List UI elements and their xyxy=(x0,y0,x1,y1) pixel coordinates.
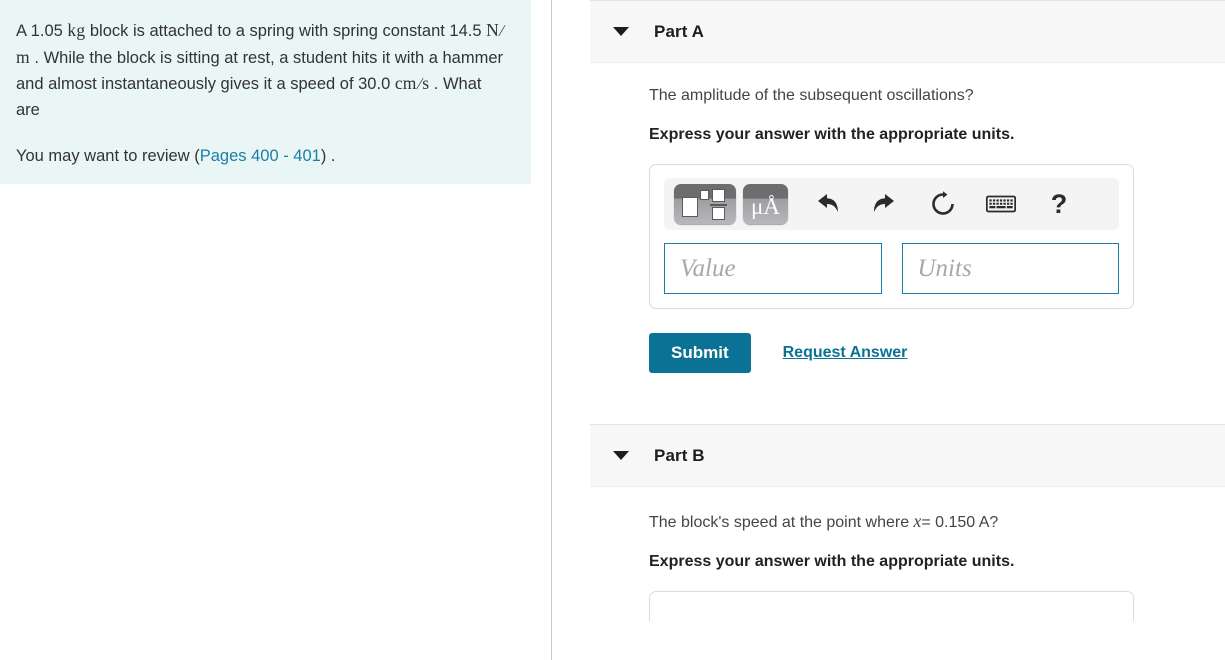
part-a-title: Part A xyxy=(654,21,705,41)
question-panel: A 1.05 kg block is attached to a spring … xyxy=(0,0,531,184)
reset-button[interactable] xyxy=(922,184,964,224)
parts-panel: Part A The amplitude of the subsequent o… xyxy=(590,0,1225,660)
question-text-part1: A 1.05 xyxy=(16,22,68,40)
part-b-instruction: Express your answer with the appropriate… xyxy=(649,553,1015,570)
request-answer-link[interactable]: Request Answer xyxy=(783,344,908,362)
question-text: A 1.05 kg block is attached to a spring … xyxy=(16,18,509,123)
part-b-body: The block's speed at the point where x= … xyxy=(590,487,1225,621)
part-a-block: Part A The amplitude of the subsequent o… xyxy=(590,0,1225,373)
chevron-down-icon[interactable] xyxy=(613,451,629,460)
unit-meter: m xyxy=(16,46,30,67)
part-a-instruction: Express your answer with the appropriate… xyxy=(649,126,1015,143)
review-prefix: You may want to review ( xyxy=(16,147,200,165)
part-b-prompt: The block's speed at the point where x= … xyxy=(649,510,1225,534)
question-text-part2: block is attached to a spring with sprin… xyxy=(85,22,487,40)
part-b-prompt-before: The block's speed at the point where xyxy=(649,514,914,531)
part-b-answer-box xyxy=(649,591,1134,621)
part-a-answer-box: μÅ ? Value Units xyxy=(649,164,1134,309)
units-input[interactable]: Units xyxy=(901,243,1119,294)
review-suffix: ) . xyxy=(320,147,336,165)
math-template-button[interactable] xyxy=(674,184,736,224)
part-b-header[interactable]: Part B xyxy=(590,424,1225,487)
unit-centimeter: cm xyxy=(394,73,417,93)
value-input[interactable]: Value xyxy=(664,243,882,294)
part-a-body: The amplitude of the subsequent oscillat… xyxy=(590,63,1225,373)
part-b-title: Part B xyxy=(654,445,705,465)
part-a-actions: Submit Request Answer xyxy=(649,333,1225,373)
keyboard-button[interactable] xyxy=(980,184,1022,224)
undo-button[interactable] xyxy=(806,184,848,224)
unit-kilogram: kg xyxy=(67,20,86,40)
angstrom-symbol: Å xyxy=(763,193,780,219)
redo-button[interactable] xyxy=(864,184,906,224)
review-hint: You may want to review (Pages 400 - 401)… xyxy=(16,144,509,168)
question-mark-icon: ? xyxy=(1050,188,1068,219)
mu-symbol: μ xyxy=(751,193,764,219)
answer-fields: Value Units xyxy=(664,243,1119,294)
micro-angstrom-icon: μÅ xyxy=(751,191,780,218)
math-template-icon xyxy=(682,189,728,220)
part-b-block: Part B The block's speed at the point wh… xyxy=(590,424,1225,621)
submit-button[interactable]: Submit xyxy=(649,333,751,373)
chevron-down-icon[interactable] xyxy=(613,27,629,36)
part-a-header[interactable]: Part A xyxy=(590,0,1225,63)
panel-divider xyxy=(551,0,552,660)
review-pages-link[interactable]: Pages 400 - 401 xyxy=(200,147,321,165)
part-a-prompt: The amplitude of the subsequent oscillat… xyxy=(649,87,974,104)
units-palette-button[interactable]: μÅ xyxy=(743,184,788,224)
help-button[interactable]: ? xyxy=(1038,184,1080,224)
part-b-prompt-after: = 0.150 A? xyxy=(921,514,999,531)
answer-toolbar: μÅ ? xyxy=(664,178,1119,230)
